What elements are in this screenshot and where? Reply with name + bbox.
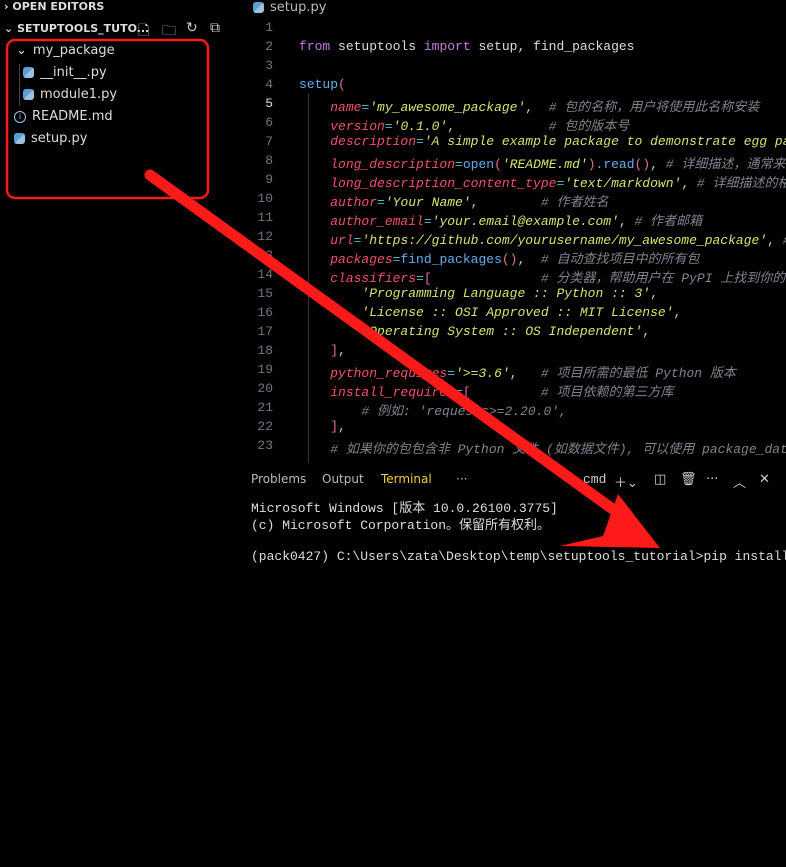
arrow-shaft <box>144 169 631 524</box>
highlight-box <box>5 38 210 200</box>
annotation-overlay <box>5 38 660 548</box>
